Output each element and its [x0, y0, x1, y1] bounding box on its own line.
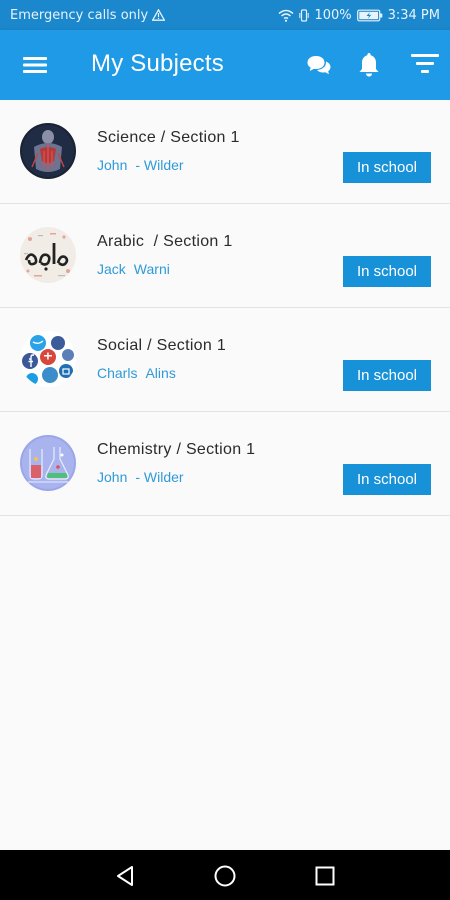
chat-button[interactable]	[306, 53, 332, 77]
teacher-first-name: John	[97, 469, 128, 485]
subjects-list: Science / Section 1 John - Wilder In sch…	[0, 100, 450, 516]
in-school-button[interactable]: In school	[343, 360, 431, 391]
teacher-first-name: Jack	[97, 261, 126, 277]
teacher-names: John - Wilder	[97, 469, 184, 485]
teacher-last-name: Warni	[133, 261, 170, 277]
teacher-last-name: - Wilder	[135, 157, 184, 173]
battery-icon	[356, 9, 383, 22]
status-right: 100% 3:34 PM	[278, 8, 440, 23]
hamburger-menu-icon	[23, 57, 47, 73]
teacher-first-name: Charls	[97, 365, 138, 381]
navigation-bar	[0, 850, 450, 900]
menu-button[interactable]	[22, 53, 48, 77]
subject-title: Science / Section 1	[97, 129, 240, 146]
teacher-last-name: - Wilder	[135, 469, 184, 485]
teacher-last-name: Alins	[145, 365, 176, 381]
arabic-calligraphy-icon	[20, 227, 76, 283]
recents-square-icon	[315, 866, 335, 886]
subject-row-science[interactable]: Science / Section 1 John - Wilder In sch…	[0, 100, 450, 204]
anatomy-icon	[20, 123, 76, 179]
in-school-button[interactable]: In school	[343, 464, 431, 495]
recents-button[interactable]	[314, 865, 336, 887]
home-button[interactable]	[213, 864, 237, 888]
social-media-icon	[20, 331, 76, 387]
subject-title: Arabic / Section 1	[97, 233, 233, 250]
back-triangle-icon	[117, 866, 133, 886]
teacher-first-name: John	[97, 157, 128, 173]
vibrate-icon	[299, 8, 310, 22]
back-button[interactable]	[113, 864, 137, 888]
teacher-names: Charls Alins	[97, 365, 176, 381]
chemistry-lab-icon	[20, 435, 76, 491]
teacher-names: John - Wilder	[97, 157, 184, 173]
subject-title: Chemistry / Section 1	[97, 441, 256, 458]
subject-row-chemistry[interactable]: Chemistry / Section 1 John - Wilder In s…	[0, 412, 450, 516]
battery-percent: 100%	[314, 7, 352, 23]
filter-icon	[411, 54, 439, 73]
in-school-button[interactable]: In school	[343, 256, 431, 287]
chat-bubbles-icon	[307, 56, 331, 75]
clock: 3:34 PM	[387, 7, 440, 23]
in-school-button[interactable]: In school	[343, 152, 431, 183]
status-left: Emergency calls only	[10, 7, 166, 23]
teacher-names: Jack Warni	[97, 261, 170, 277]
subject-row-social[interactable]: Social / Section 1 Charls Alins In schoo…	[0, 308, 450, 412]
filter-button[interactable]	[410, 52, 440, 76]
wifi-icon	[278, 9, 294, 22]
bell-icon	[359, 53, 379, 77]
notifications-button[interactable]	[357, 51, 381, 79]
page-title: My Subjects	[91, 50, 224, 77]
carrier-text: Emergency calls only	[10, 7, 149, 23]
subject-row-arabic[interactable]: Arabic / Section 1 Jack Warni In school	[0, 204, 450, 308]
subject-title: Social / Section 1	[97, 337, 227, 354]
status-bar: Emergency calls only 100% 3:34 PM	[0, 0, 450, 30]
home-circle-icon	[214, 865, 236, 887]
warning-icon	[152, 9, 166, 21]
app-bar: My Subjects	[0, 30, 450, 100]
